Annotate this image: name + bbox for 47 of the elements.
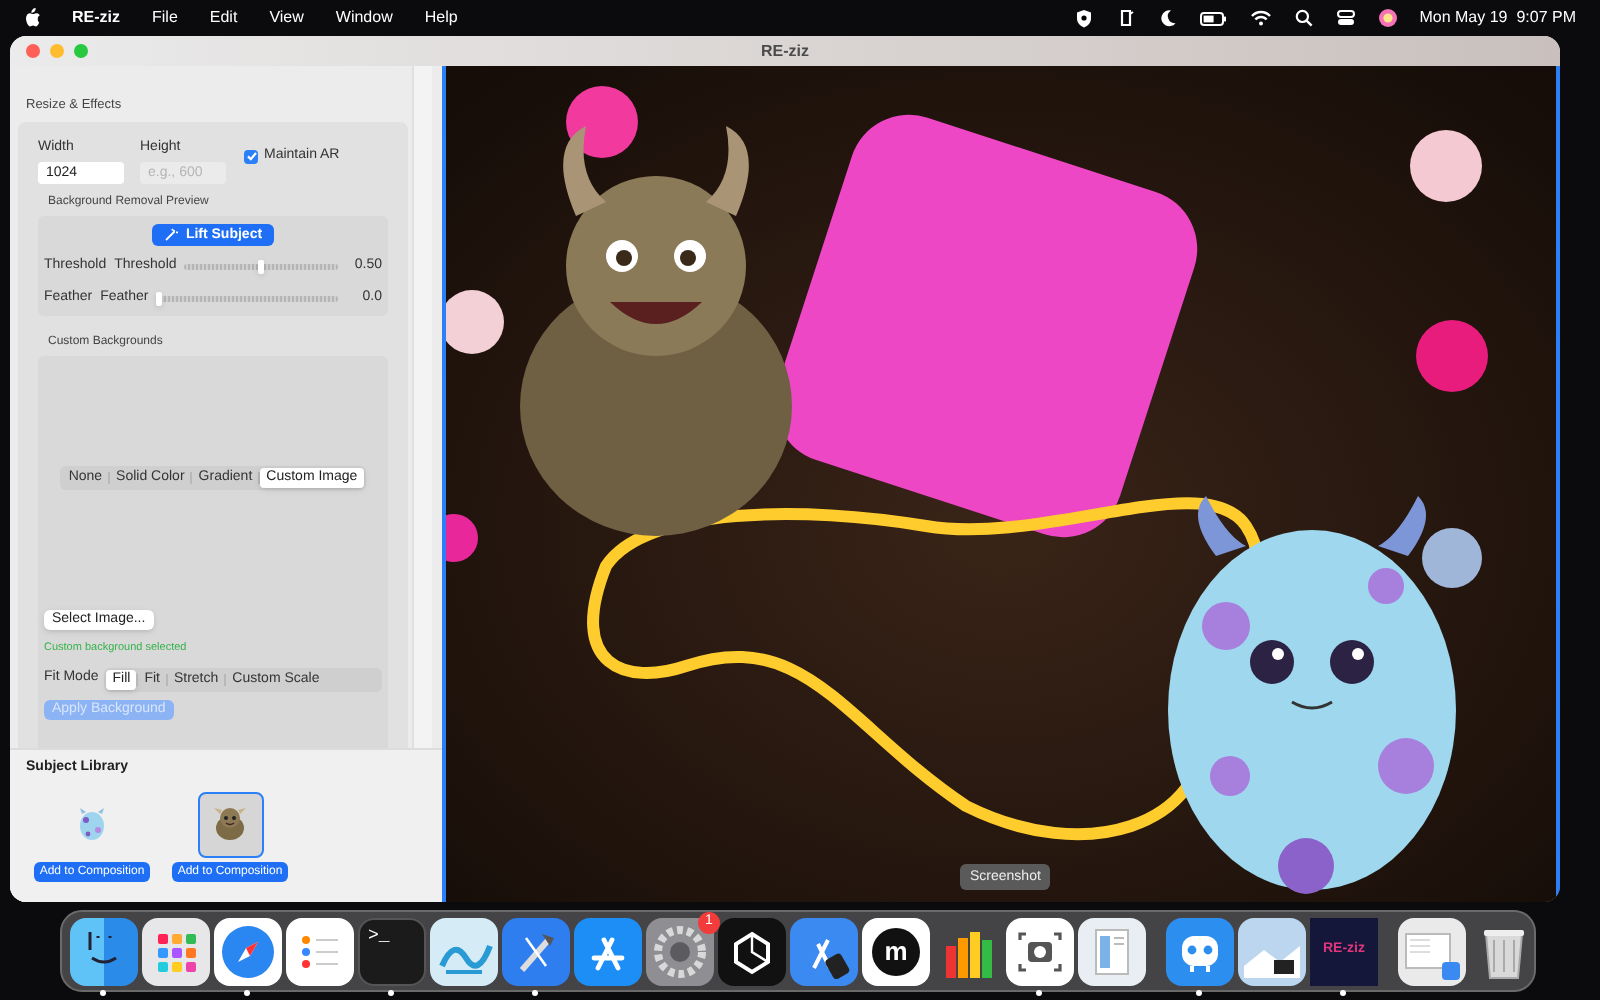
- search-icon[interactable]: [1293, 8, 1314, 28]
- slider[interactable]: [156, 291, 338, 305]
- ball-shape: [1416, 320, 1488, 392]
- compass-icon[interactable]: [214, 917, 282, 985]
- phone-icon[interactable]: [1115, 8, 1136, 28]
- robot-icon[interactable]: [1166, 917, 1234, 985]
- hammer-icon[interactable]: [502, 917, 570, 985]
- colorful-circle-icon[interactable]: [1377, 8, 1398, 28]
- slider-thumb[interactable]: [156, 291, 163, 305]
- app-store-icon[interactable]: [574, 917, 642, 985]
- landscape-icon[interactable]: [1238, 917, 1306, 985]
- window-title: RE-ziz: [761, 39, 809, 63]
- battery-icon[interactable]: [1199, 8, 1228, 28]
- wave-icon[interactable]: [430, 917, 498, 985]
- shield-icon[interactable]: [1073, 8, 1094, 28]
- terminal-app-icon[interactable]: >_: [358, 917, 426, 985]
- letter-app-icon[interactable]: m: [862, 917, 930, 985]
- gear-icon[interactable]: [646, 917, 714, 985]
- ball-shape: [1422, 528, 1482, 588]
- subject-thumbnail[interactable]: [197, 791, 263, 857]
- cube-logo-icon[interactable]: [718, 917, 786, 985]
- window-stack-icon[interactable]: [1398, 917, 1466, 985]
- list-icon[interactable]: [286, 917, 354, 985]
- letter-logo: m: [872, 927, 920, 975]
- wifi-icon[interactable]: [1249, 8, 1272, 28]
- apple-logo-icon[interactable]: [24, 8, 40, 28]
- furry-monster-icon: [210, 802, 250, 846]
- checkmark-icon: [245, 150, 257, 162]
- checkbox[interactable]: [244, 149, 258, 163]
- toggles-icon[interactable]: [1335, 8, 1356, 28]
- ball-shape: [1410, 130, 1482, 202]
- magic-wand-icon: [163, 228, 178, 243]
- menu-item[interactable]: File: [152, 6, 178, 30]
- clock[interactable]: Mon May 19 9:07 PM: [1419, 6, 1576, 30]
- slider-thumb[interactable]: [258, 260, 265, 274]
- menu-item[interactable]: View: [269, 6, 304, 30]
- menu-item[interactable]: Window: [335, 6, 393, 30]
- menu-item[interactable]: Edit: [209, 6, 238, 30]
- moon-icon[interactable]: [1157, 8, 1178, 28]
- document-icon[interactable]: [1078, 917, 1146, 985]
- ball-shape: [566, 86, 638, 158]
- close-button[interactable]: [26, 44, 40, 58]
- camera-icon[interactable]: [1006, 917, 1074, 985]
- grid-icon[interactable]: [142, 917, 210, 985]
- menu-item[interactable]: Help: [424, 6, 458, 30]
- app-menu[interactable]: RE-ziz: [72, 6, 120, 30]
- face-icon[interactable]: [70, 917, 138, 985]
